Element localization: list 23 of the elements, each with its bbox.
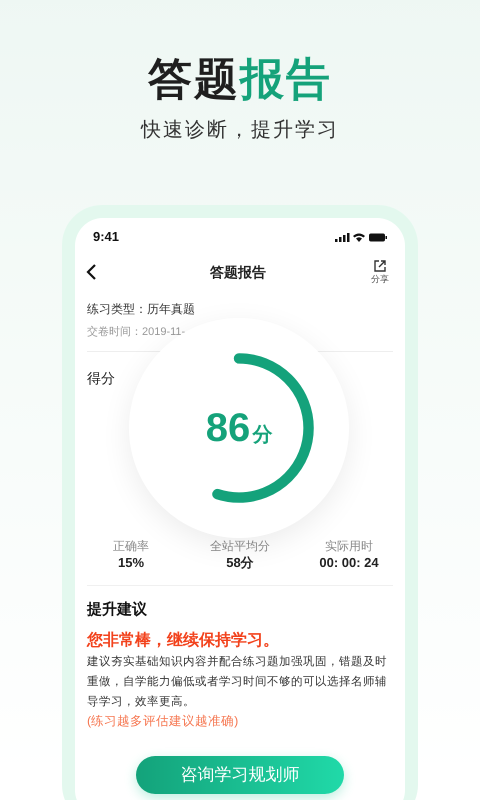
status-time: 9:41 xyxy=(93,228,120,246)
screen-title: 答题报告 xyxy=(210,262,266,282)
advice-text: 建议夯实基础知识内容并配合练习题加强巩固，错题及时重做，自学能力偏低或者学习时间不够的可以选择名师辅导学习，效率更高。 xyxy=(87,654,388,710)
subtitle: 快速诊断，提升学习 xyxy=(141,118,339,143)
score-value: 86 xyxy=(206,405,250,451)
stat-label: 正确率 xyxy=(113,538,149,554)
stat-label: 全站平均分 xyxy=(210,538,270,554)
status-icons xyxy=(335,232,387,242)
stat-value: 00: 00: 24 xyxy=(319,554,379,571)
back-icon[interactable] xyxy=(85,263,99,281)
score-label: 得分 xyxy=(87,369,116,388)
advice-title: 提升建议 xyxy=(87,600,148,620)
stat-value: 15% xyxy=(118,554,144,571)
share-icon xyxy=(373,259,387,273)
advice-note: (练习越多评估建议越准确) xyxy=(87,713,240,730)
submit-time: 交卷时间：2019-11- xyxy=(87,324,186,340)
share-button[interactable]: 分享 xyxy=(365,259,395,285)
headline: 答题报告 xyxy=(148,54,332,106)
score-unit: 分 xyxy=(252,423,272,448)
stat-value: 58分 xyxy=(226,554,254,571)
advice-highlight: 您非常棒，继续保持学习。 xyxy=(87,630,280,651)
practice-type: 练习类型：历年真题 xyxy=(87,301,196,318)
stat-label: 实际用时 xyxy=(325,538,373,554)
